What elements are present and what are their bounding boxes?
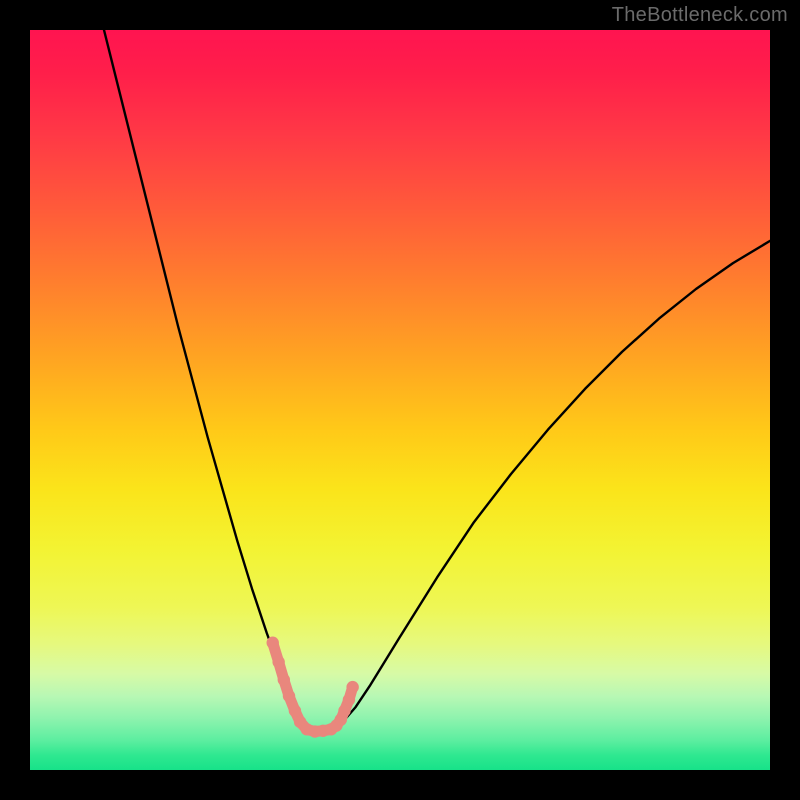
bottleneck-marker-dot [338, 705, 350, 717]
bottleneck-marker-dot [278, 674, 290, 686]
watermark-text: TheBottleneck.com [612, 4, 788, 27]
chart-frame: TheBottleneck.com [0, 0, 800, 800]
bottleneck-marker-dot [346, 681, 358, 693]
bottleneck-marker-dot [289, 705, 301, 717]
bottleneck-marker-dot [283, 690, 295, 702]
bottleneck-marker-dot [272, 656, 284, 668]
bottleneck-curve-path [104, 30, 770, 729]
bottleneck-marker-dot [343, 694, 355, 706]
bottleneck-marker-dot [267, 637, 279, 649]
bottleneck-marker-band [267, 637, 359, 738]
bottleneck-curve [104, 30, 770, 729]
chart-svg [30, 30, 770, 770]
plot-area [30, 30, 770, 770]
